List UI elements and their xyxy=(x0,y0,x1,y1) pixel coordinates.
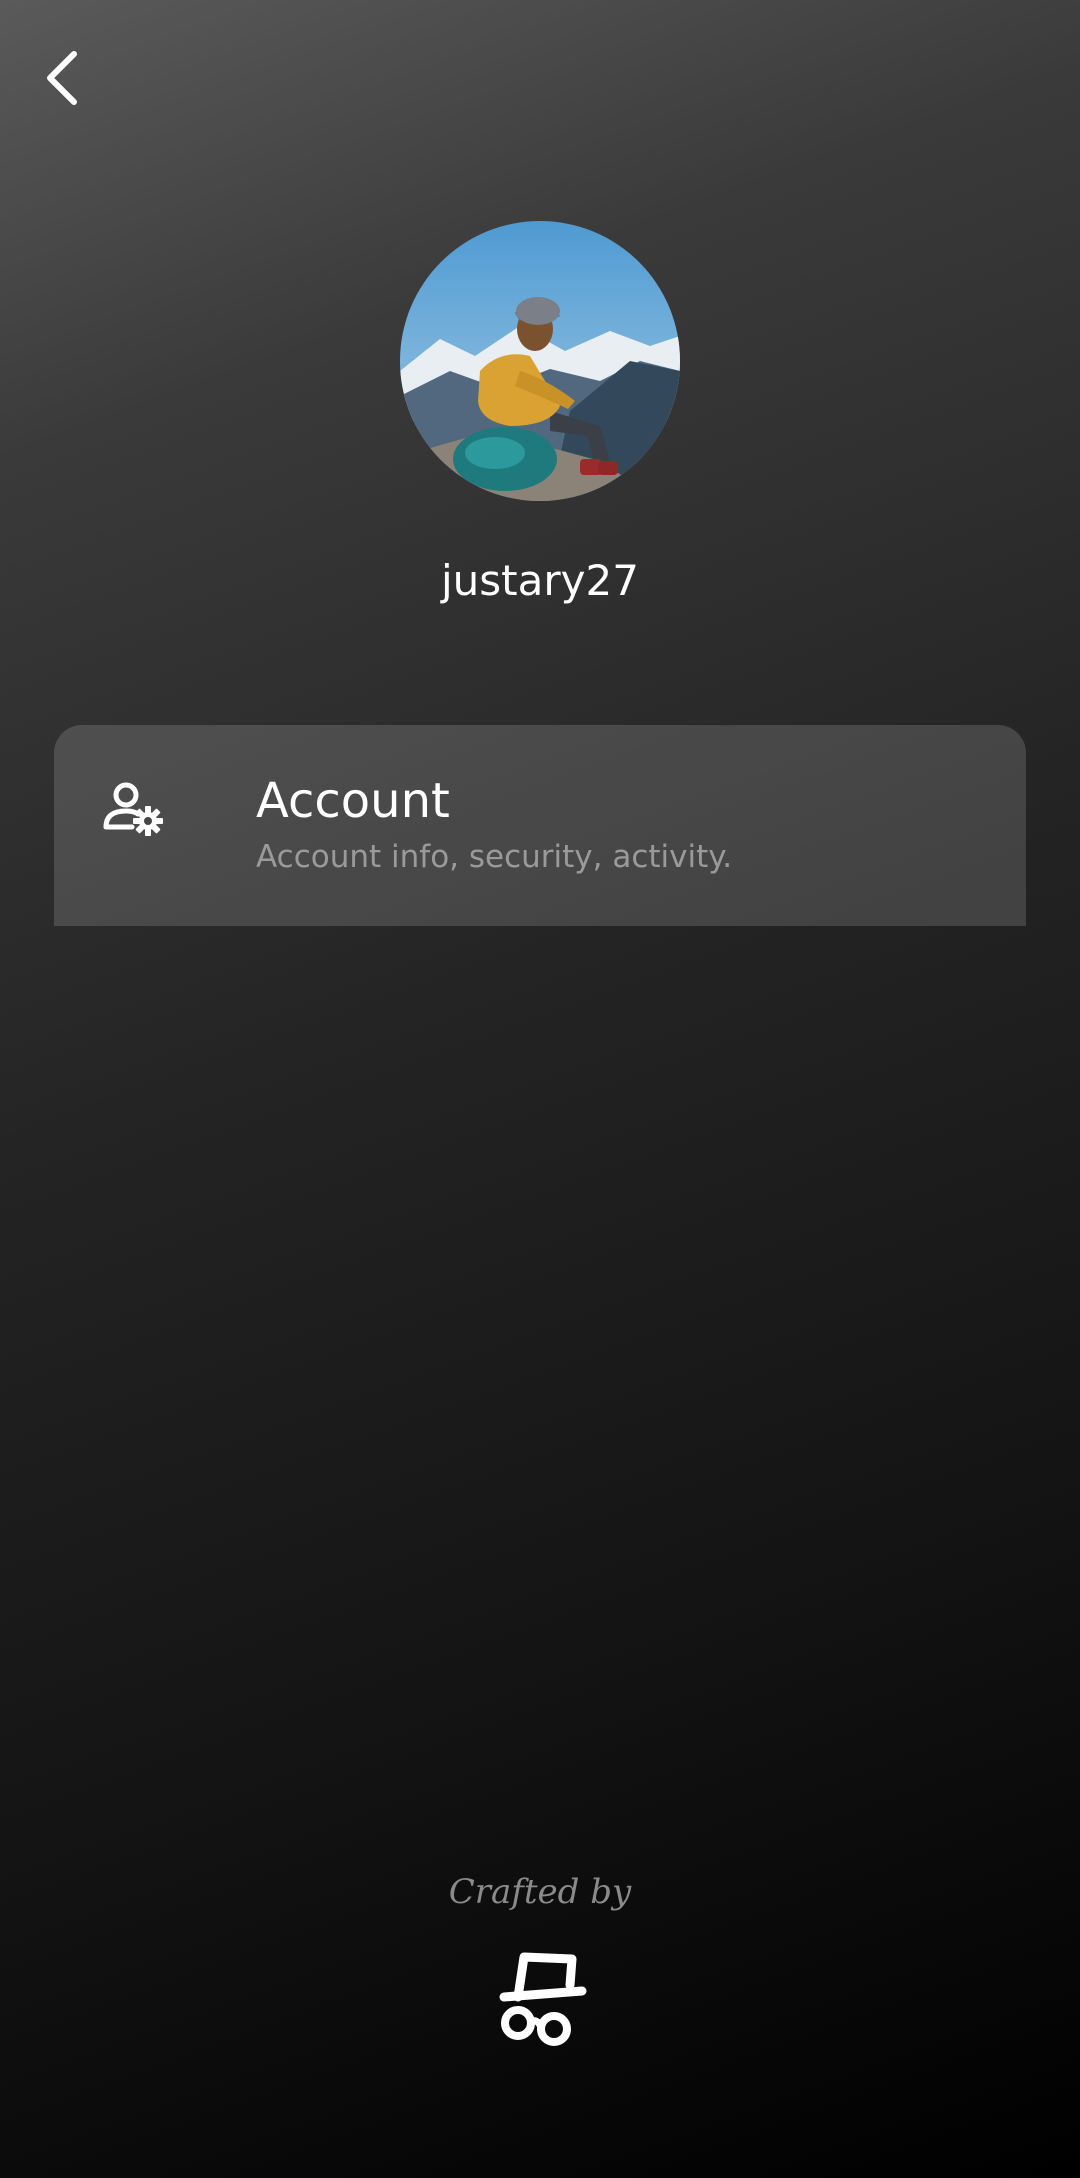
settings-item-account[interactable]: Account Account info, security, activity… xyxy=(54,725,1026,926)
hat-glasses-logo xyxy=(490,1945,590,2055)
back-button[interactable] xyxy=(30,40,94,120)
settings-item-title: Account xyxy=(256,773,450,829)
avatar xyxy=(400,221,680,501)
username: justary27 xyxy=(441,556,639,605)
settings-item-subtitle: Account info, security, activity. xyxy=(256,839,733,875)
user-gear-icon xyxy=(102,777,166,841)
chevron-left-icon xyxy=(42,48,82,112)
crafted-by-label: Crafted by xyxy=(448,1872,632,1912)
